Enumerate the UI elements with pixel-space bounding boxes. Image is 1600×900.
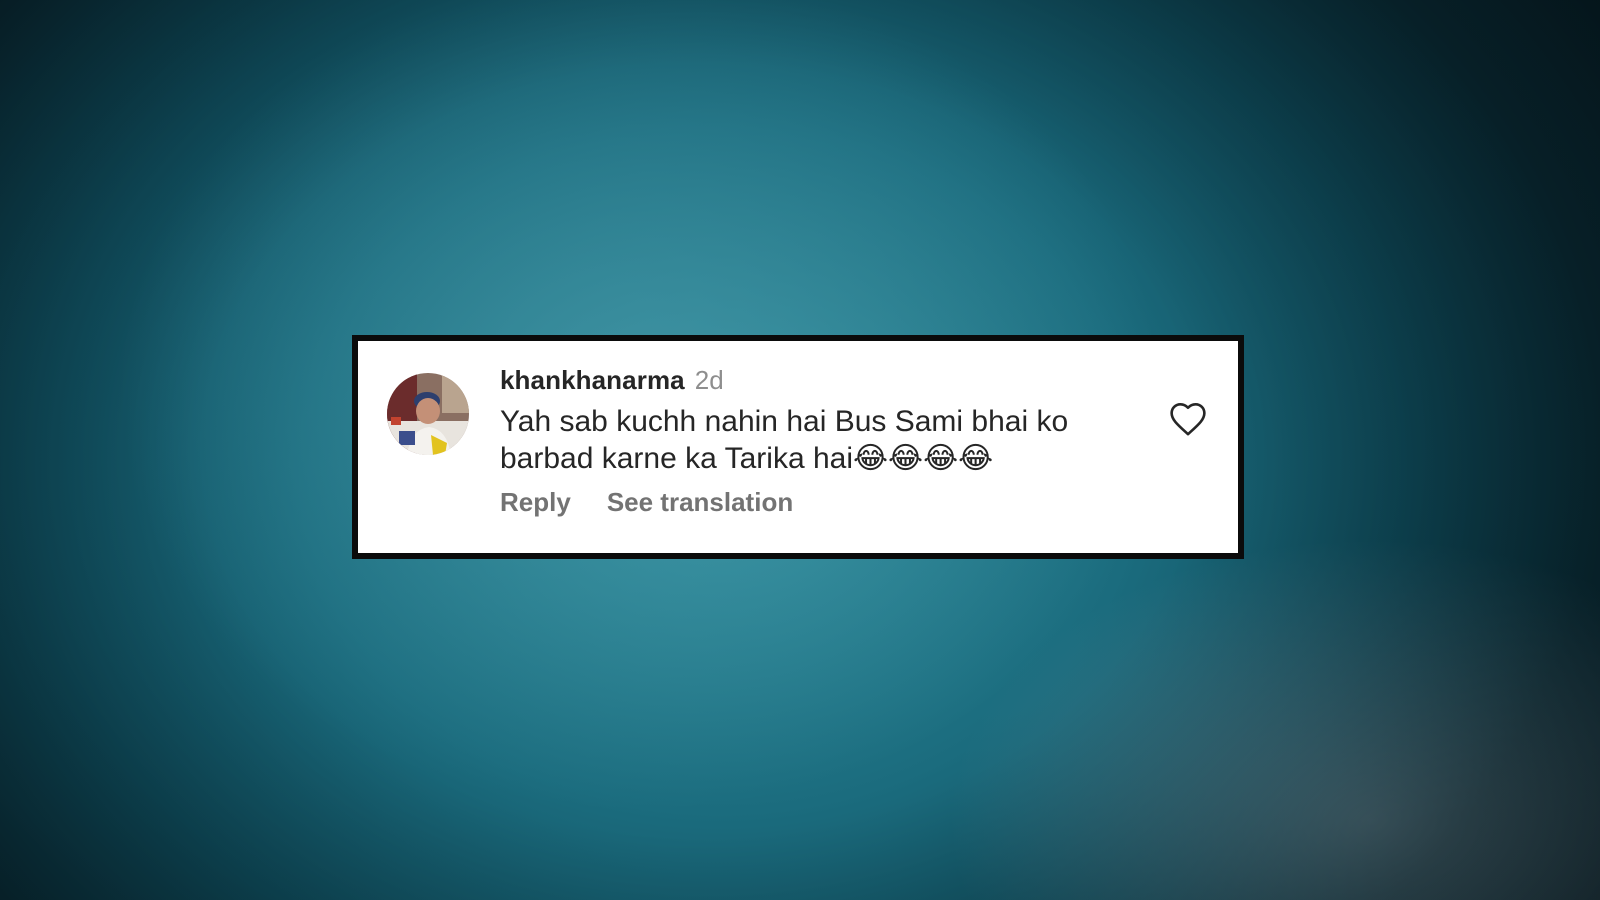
comment-actions: Reply See translation bbox=[500, 487, 1140, 518]
comment-username[interactable]: khankhanarma bbox=[500, 365, 685, 396]
reply-button[interactable]: Reply bbox=[500, 487, 571, 518]
comment-content: khankhanarma 2d Yah sab kuchh nahin hai … bbox=[500, 365, 1140, 518]
heart-icon bbox=[1170, 402, 1206, 436]
comment-meta: khankhanarma 2d bbox=[500, 365, 1140, 397]
see-translation-button[interactable]: See translation bbox=[607, 487, 793, 518]
avatar-image bbox=[387, 373, 469, 455]
comment-timestamp: 2d bbox=[694, 365, 724, 395]
user-avatar[interactable] bbox=[387, 373, 469, 455]
comment-text: Yah sab kuchh nahin hai Bus Sami bhai ko… bbox=[500, 405, 1069, 475]
like-button[interactable] bbox=[1168, 401, 1208, 437]
comment-card: khankhanarma 2d Yah sab kuchh nahin hai … bbox=[352, 335, 1244, 559]
